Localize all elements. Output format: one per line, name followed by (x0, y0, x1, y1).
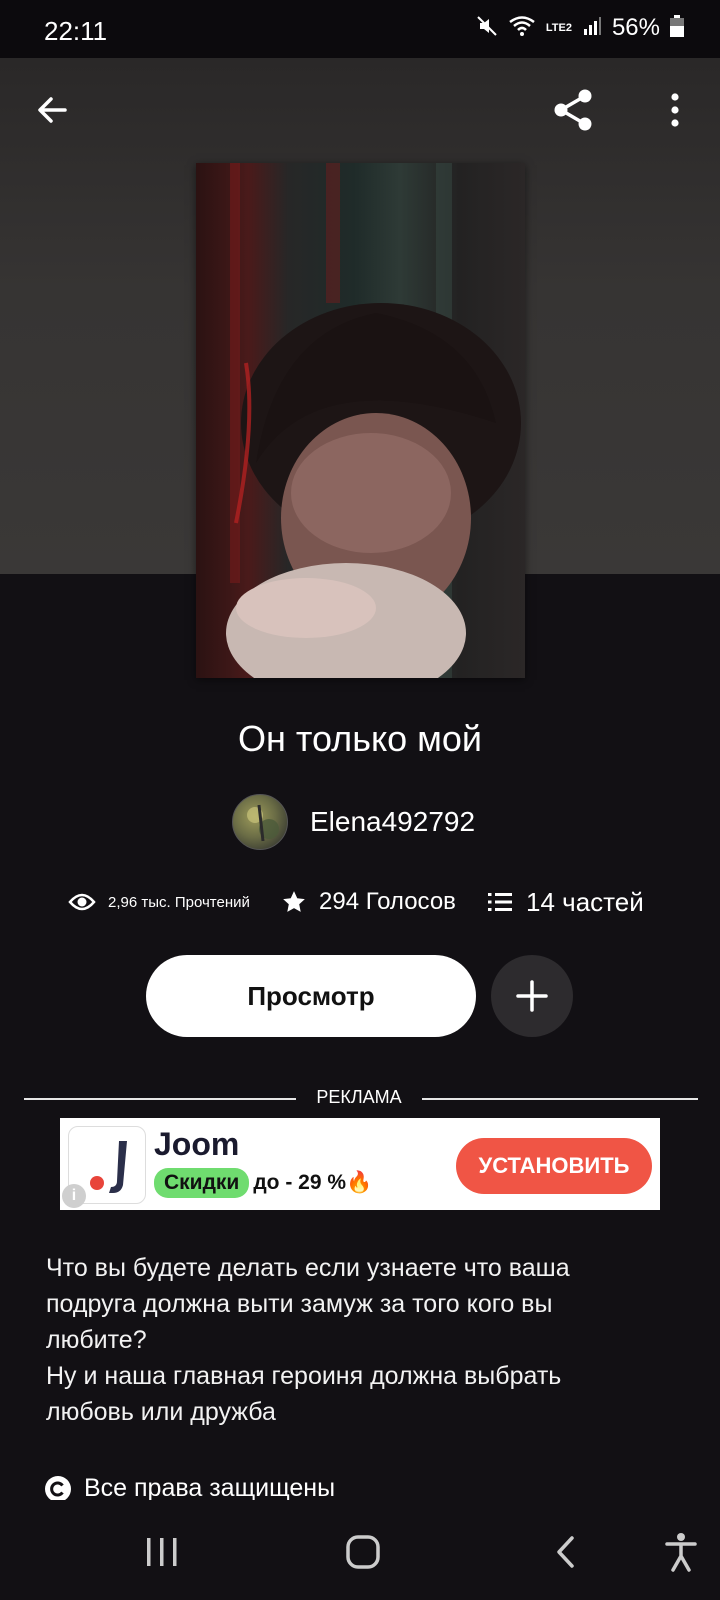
ad-info-icon[interactable]: i (62, 1184, 86, 1208)
copyright-text: Все права защищены (84, 1474, 336, 1502)
home-icon (346, 1535, 380, 1569)
copyright-row: Все права защищены (44, 1474, 335, 1503)
share-button[interactable] (543, 80, 603, 140)
story-title: Он только мой (237, 718, 483, 759)
add-to-library-button[interactable] (491, 955, 573, 1037)
description-line: Что вы будете делать если узнаете что ва… (46, 1254, 570, 1282)
network-type: LTE2 (545, 22, 572, 34)
eye-icon (68, 893, 96, 911)
divider-line (422, 1098, 698, 1100)
parts-stat[interactable]: 14 частей (488, 882, 644, 922)
view-button[interactable]: Просмотр (146, 955, 476, 1037)
share-icon (554, 89, 592, 131)
more-vertical-icon (671, 93, 679, 127)
list-icon (488, 893, 512, 911)
votes-stat: 294 Голосов (281, 882, 456, 922)
battery-icon (670, 14, 684, 42)
wifi-icon (508, 15, 536, 42)
description-line: любовь или дружба (46, 1398, 276, 1426)
more-options-button[interactable] (645, 80, 705, 140)
votes-count: 294 Голосов (319, 888, 456, 915)
avatar[interactable] (232, 794, 288, 850)
ad-subline: Скидки до - 29 %🔥 (154, 1168, 372, 1198)
star-icon (283, 891, 305, 912)
parts-count[interactable]: 14 частей (526, 887, 644, 918)
plus-icon (516, 980, 548, 1012)
accessibility-button[interactable] (651, 1522, 711, 1582)
ad-discount-text: до - 29 %🔥 (253, 1171, 373, 1194)
recents-icon (147, 1538, 177, 1566)
ad-discount-chip: Скидки (154, 1168, 250, 1198)
story-description: Что вы будете делать если узнаете что ва… (46, 1250, 666, 1430)
back-icon (557, 1536, 574, 1568)
reads-count: 2,96 тыс. Прочтений (108, 893, 250, 911)
back-button[interactable] (22, 80, 82, 140)
description-line: любите? (46, 1326, 147, 1354)
author-row[interactable]: Elena492792 (232, 793, 475, 851)
arrow-left-icon (38, 97, 67, 123)
ad-label: РЕКЛАМА (316, 1087, 402, 1107)
ad-banner[interactable]: i Joom Скидки до - 29 %🔥 УСТАНОВИТЬ (60, 1118, 660, 1210)
reads-stat: 2,96 тыс. Прочтений (68, 882, 250, 922)
install-button[interactable]: УСТАНОВИТЬ (456, 1138, 652, 1194)
recents-button[interactable] (132, 1522, 192, 1582)
story-stats: 2,96 тыс. Прочтений 294 Голосов 14 часте… (0, 882, 720, 922)
divider-line (24, 1098, 296, 1100)
top-nav (0, 58, 720, 168)
description-line: Ну и наша главная героиня должна выбрать (46, 1362, 562, 1390)
battery-level: 56% (611, 14, 660, 41)
ad-brand[interactable]: Joom (154, 1126, 239, 1163)
system-back-button[interactable] (536, 1522, 596, 1582)
system-navigation-bar (0, 1500, 720, 1600)
accessibility-icon (665, 1533, 697, 1572)
home-button[interactable] (333, 1522, 393, 1582)
description-line: подруга должна выти замуж за того кого в… (46, 1290, 553, 1318)
cover-photo (226, 163, 521, 678)
copyright-icon (45, 1475, 71, 1502)
mute-icon (476, 15, 498, 42)
status-time: 22:11 (44, 16, 108, 46)
status-icons: LTE2 56% (476, 14, 684, 42)
story-cover-image[interactable] (196, 163, 525, 678)
signal-icon (582, 16, 602, 41)
ad-divider: РЕКЛАМА (24, 1085, 698, 1113)
author-name[interactable]: Elena492792 (310, 806, 475, 838)
status-bar: 22:11 LTE2 56% (0, 0, 720, 58)
